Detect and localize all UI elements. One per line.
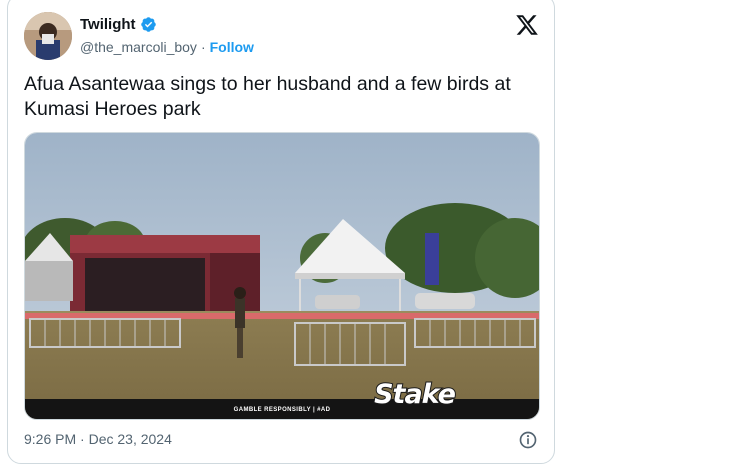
separator-dot: · — [200, 39, 206, 55]
author-handle[interactable]: @the_marcoli_boy — [80, 39, 197, 55]
stake-logo: Stake — [373, 378, 457, 411]
tweet-video[interactable]: GAMBLE RESPONSIBLY | #AD Stake — [24, 132, 540, 420]
info-icon[interactable] — [518, 430, 538, 450]
verified-badge-icon — [140, 17, 156, 32]
avatar[interactable] — [24, 12, 72, 60]
author-handle-row: @the_marcoli_boy · Follow — [80, 39, 254, 55]
author-display-name[interactable]: Twilight — [80, 16, 136, 33]
follow-button[interactable]: Follow — [210, 39, 254, 55]
author-name-row: Twilight — [80, 16, 157, 33]
tweet-timestamp[interactable]: 9:26 PM · Dec 23, 2024 — [24, 431, 172, 447]
video-frame — [25, 133, 539, 419]
x-logo-icon[interactable] — [515, 13, 539, 37]
gamble-responsibly-banner: GAMBLE RESPONSIBLY | #AD — [233, 407, 331, 413]
tweet-text: Afua Asantewaa sings to her husband and … — [24, 73, 511, 120]
